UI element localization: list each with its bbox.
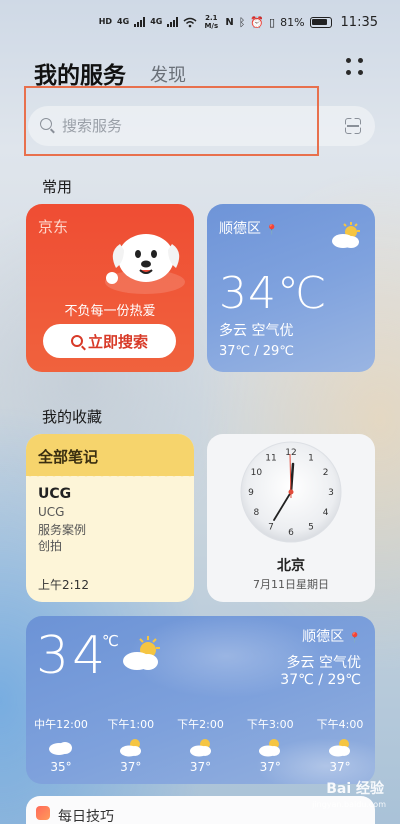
note-line: 服务案例 [38, 523, 87, 537]
section-common: 常用 [42, 178, 73, 196]
hour-temp: 37° [329, 760, 351, 774]
partly-cloudy-icon [332, 222, 360, 248]
location-pin-icon: 📍 [348, 633, 361, 644]
partly-cloudy-icon [189, 739, 211, 757]
weather-temperature: 34℃ [219, 268, 328, 319]
hour-temp: 37° [259, 760, 281, 774]
hour-temp: 35° [50, 760, 72, 774]
clock-card[interactable]: 12 1 2 3 4 5 6 7 8 9 10 11 北京 7月11日星期日 [207, 434, 375, 602]
jd-logo: 京东 [38, 218, 69, 236]
weather-location: 顺德区 📍 [219, 218, 278, 238]
jd-search-button[interactable]: 立即搜索 [43, 324, 176, 358]
clock-numeral: 2 [323, 468, 329, 478]
signal-icon-2 [167, 17, 179, 27]
partly-cloudy-icon [119, 739, 141, 757]
network-4g-label-1: 4G [117, 17, 130, 26]
weather-large-range: 37℃ / 29℃ [280, 672, 361, 688]
weather-large-unit: ℃ [102, 632, 119, 650]
network-speed: 2.1 M/s [204, 14, 219, 30]
alarm-icon: ⏰ [250, 15, 265, 29]
cloudy-icon [49, 742, 72, 755]
weather-large-location: 顺德区 📍 [302, 626, 361, 646]
weather-large-condition: 多云 空气优 [286, 655, 361, 671]
partly-cloudy-icon [259, 739, 281, 757]
search-icon [70, 335, 83, 347]
hour-time: 下午3:00 [246, 718, 294, 731]
vibrate-icon: ▯ [269, 15, 276, 29]
hourly-item: 中午12:00 35° [32, 716, 90, 774]
tips-icon [36, 806, 50, 820]
battery-icon [309, 16, 332, 28]
hour-time: 下午2:00 [177, 718, 224, 731]
note-time: 上午2:12 [38, 578, 89, 592]
clock-numeral: 4 [323, 508, 329, 518]
hourly-item: 下午1:00 37° [102, 716, 160, 774]
jd-tagline: 不负每一份热爱 [64, 304, 156, 319]
clock-date: 7月11日星期日 [253, 578, 329, 591]
tips-title: 每日技巧 [58, 809, 114, 824]
clock-numeral: 5 [308, 523, 314, 533]
section-favorites: 我的收藏 [42, 408, 103, 426]
weather-range: 37℃ / 29℃ [219, 344, 294, 359]
jd-search-label: 立即搜索 [87, 332, 148, 351]
hour-time: 下午1:00 [107, 718, 155, 731]
signal-icon [134, 17, 146, 27]
note-name: UCG [38, 486, 72, 502]
bluetooth-icon: ᛒ [238, 15, 246, 29]
wifi-icon [183, 17, 197, 27]
clock-time: 11:35 [340, 14, 378, 30]
note-line: 创拍 [38, 539, 63, 553]
page-title[interactable]: 我的服务 [34, 56, 126, 90]
weather-large-location-label: 顺德区 [302, 629, 345, 645]
clock-numeral: 1 [308, 453, 314, 463]
clock-numeral: 8 [254, 508, 260, 518]
watermark: Bai 经验 [326, 781, 384, 797]
note-line: UCG [38, 505, 65, 519]
status-bar: HD 4G 4G 2.1 M/s N ᛒ ⏰ ▯ 81% 11:35 [0, 0, 400, 40]
weather-large-temperature: 34 [36, 626, 109, 686]
location-pin-icon: 📍 [265, 225, 278, 236]
jd-card[interactable]: 京东 不负每一份热爱 立即搜索 [26, 204, 194, 372]
network-label: HD [98, 17, 113, 26]
watermark-url: jingyan.baidu.com [312, 800, 386, 809]
clock-numeral: 10 [251, 468, 263, 478]
notes-title: 全部笔记 [38, 448, 99, 466]
hour-temp: 37° [120, 760, 142, 774]
nfc-icon: N [225, 16, 234, 28]
notes-card[interactable]: 全部笔记 UCG UCG 服务案例 创拍 上午2:12 [26, 434, 194, 602]
clock-numeral: 12 [285, 448, 296, 458]
weather-condition: 多云 空气优 [219, 323, 294, 339]
clock-numeral: 3 [328, 488, 334, 498]
clock-numeral: 9 [248, 488, 254, 498]
notes-edge [26, 472, 194, 480]
clock-numeral: 6 [288, 528, 294, 538]
hourly-item: 下午3:00 37° [241, 716, 299, 774]
tab-discover[interactable]: 发现 [150, 61, 186, 87]
clock-numeral: 7 [268, 523, 274, 533]
highlight-box [24, 86, 319, 156]
hour-temp: 37° [189, 760, 212, 774]
battery-percent: 81% [280, 15, 305, 29]
more-menu-icon[interactable] [346, 58, 364, 76]
partly-cloudy-icon [329, 739, 350, 757]
analog-clock-icon: 12 12 3 45 6 789 1011 [240, 441, 342, 543]
clock-numeral: 11 [265, 453, 276, 463]
weather-card-large[interactable]: 34 ℃ 顺德区 📍 多云 空气优 37℃ / 29℃ 中午12:00 35° … [26, 616, 375, 784]
hourly-item: 下午4:00 37° [311, 716, 369, 774]
jd-mascot-icon [105, 234, 185, 294]
hour-time: 下午4:00 [316, 718, 364, 731]
network-4g-label-2: 4G [150, 17, 163, 26]
notes-header: 全部笔记 [26, 434, 194, 476]
scan-icon[interactable] [345, 118, 361, 134]
hourly-item: 下午2:00 37° [172, 716, 230, 774]
weather-location-label: 顺德区 [219, 221, 261, 237]
hour-time: 中午12:00 [34, 718, 88, 731]
weather-card-small[interactable]: 顺德区 📍 34℃ 多云 空气优 37℃ / 29℃ [207, 204, 375, 372]
hourly-forecast: 中午12:00 35° 下午1:00 37° 下午2:00 37° 下午3:00… [26, 716, 375, 774]
partly-cloudy-icon [123, 636, 160, 670]
clock-city: 北京 [277, 558, 305, 574]
